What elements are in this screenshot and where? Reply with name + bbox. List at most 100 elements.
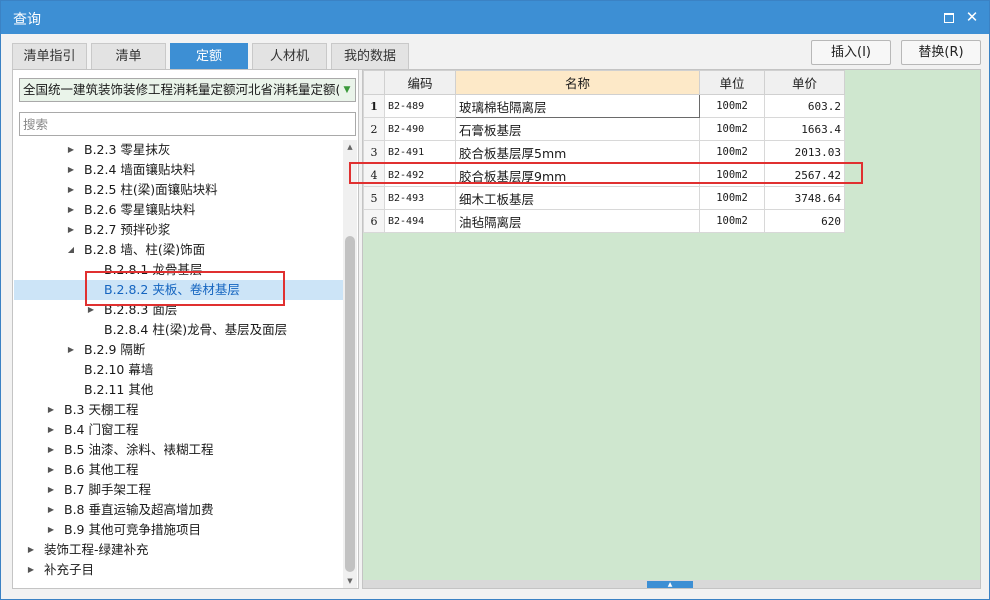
expand-arrow-icon[interactable]: ▶	[26, 540, 36, 560]
cell-price[interactable]: 603.2	[764, 94, 845, 118]
tree-item-label: B.2.3 零星抹灰	[84, 142, 171, 157]
tree-item[interactable]: ▶ B.2.4 墙面镶贴块料	[14, 160, 343, 180]
tree-item[interactable]: ▶ 装饰工程-绿建补充	[14, 540, 343, 560]
collapse-arrow-icon[interactable]: ◢	[66, 240, 76, 260]
tree-item-label: B.8 垂直运输及超高增加费	[64, 502, 214, 517]
chevron-down-icon[interactable]: ▼	[339, 79, 355, 101]
expand-arrow-icon[interactable]: ▶	[46, 440, 56, 460]
tab-list-guide[interactable]: 清单指引	[12, 43, 87, 70]
tree-item-label: B.9 其他可竞争措施项目	[64, 522, 201, 537]
expand-arrow-icon[interactable]: ▶	[46, 400, 56, 420]
tab-materials[interactable]: 人材机	[252, 43, 327, 70]
tree-scrollbar[interactable]: ▲ ▼	[343, 140, 357, 588]
row-number: 3	[363, 140, 385, 164]
expand-arrow-icon[interactable]: ▶	[46, 520, 56, 540]
table-row[interactable]: 6 B2-494 油毡隔离层 100m2 620	[363, 209, 845, 233]
tree-item[interactable]: ▶ B.9 其他可竞争措施项目	[14, 520, 343, 540]
column-header-code[interactable]: 编码	[384, 70, 456, 95]
cell-code[interactable]: B2-489	[384, 94, 456, 118]
cell-price[interactable]: 1663.4	[764, 117, 845, 141]
expand-arrow-icon[interactable]: ▶	[26, 560, 36, 580]
cell-name[interactable]: 胶合板基层厚5mm	[455, 140, 700, 164]
tree-item[interactable]: ▶ B.2.9 隔断	[14, 340, 343, 360]
cell-code[interactable]: B2-491	[384, 140, 456, 164]
tree-item[interactable]: ▶ B.5 油漆、涂料、裱糊工程	[14, 440, 343, 460]
search-input[interactable]	[19, 112, 356, 136]
tree-item[interactable]: B.2.10 幕墙	[14, 360, 343, 380]
cell-name[interactable]: 玻璃棉毡隔离层	[455, 94, 700, 118]
replace-button[interactable]: 替换(R)	[901, 40, 981, 65]
table-row[interactable]: 2 B2-490 石膏板基层 100m2 1663.4	[363, 117, 845, 141]
cell-code[interactable]: B2-494	[384, 209, 456, 233]
column-header-unit[interactable]: 单位	[699, 70, 765, 95]
table-row[interactable]: 5 B2-493 细木工板基层 100m2 3748.64	[363, 186, 845, 210]
tree-item[interactable]: ▶ B.2.6 零星镶贴块料	[14, 200, 343, 220]
expand-arrow-icon[interactable]: ▶	[46, 460, 56, 480]
tree-item[interactable]: ▶ B.8 垂直运输及超高增加费	[14, 500, 343, 520]
column-header-price[interactable]: 单价	[764, 70, 845, 95]
expand-arrow-icon[interactable]: ▶	[66, 200, 76, 220]
tab-list[interactable]: 清单	[91, 43, 166, 70]
panel-splitter-handle[interactable]: ▲	[647, 581, 693, 588]
cell-name[interactable]: 细木工板基层	[455, 186, 700, 210]
highlight-box-row	[349, 162, 863, 184]
tree-item-label: B.2.7 预拌砂浆	[84, 222, 171, 237]
insert-button[interactable]: 插入(I)	[811, 40, 891, 65]
column-header-name[interactable]: 名称	[455, 70, 700, 95]
tab-quota[interactable]: 定额	[170, 43, 248, 70]
cell-price[interactable]: 2013.03	[764, 140, 845, 164]
cell-name[interactable]: 油毡隔离层	[455, 209, 700, 233]
expand-arrow-icon[interactable]: ▶	[46, 480, 56, 500]
tab-my-data[interactable]: 我的数据	[331, 43, 409, 70]
cell-unit[interactable]: 100m2	[699, 209, 765, 233]
tree-item-label: B.3 天棚工程	[64, 402, 139, 417]
scroll-up-icon[interactable]: ▲	[343, 140, 357, 154]
expand-arrow-icon[interactable]: ▶	[66, 140, 76, 160]
tree-item[interactable]: ▶ B.7 脚手架工程	[14, 480, 343, 500]
tree-item[interactable]: ▶ 补充子目	[14, 560, 343, 580]
highlight-box-tree	[85, 271, 285, 306]
title-bar[interactable]: 查询 ✕	[1, 1, 989, 34]
tree-item-label: B.7 脚手架工程	[64, 482, 151, 497]
maximize-icon[interactable]	[939, 8, 957, 26]
expand-arrow-icon[interactable]: ▶	[66, 180, 76, 200]
tree-item-label: B.2.9 隔断	[84, 342, 146, 357]
cell-price[interactable]: 3748.64	[764, 186, 845, 210]
cell-unit[interactable]: 100m2	[699, 117, 765, 141]
row-number: 6	[363, 209, 385, 233]
tree-item[interactable]: ▶ B.2.5 柱(梁)面镶贴块料	[14, 180, 343, 200]
tree-item-label: B.2.11 其他	[84, 382, 154, 397]
tree-item[interactable]: ▶ B.4 门窗工程	[14, 420, 343, 440]
scrollbar-thumb[interactable]	[345, 236, 355, 572]
cell-unit[interactable]: 100m2	[699, 94, 765, 118]
cell-name[interactable]: 石膏板基层	[455, 117, 700, 141]
tree-item[interactable]: ◢ B.2.8 墙、柱(梁)饰面	[14, 240, 343, 260]
scroll-down-icon[interactable]: ▼	[343, 574, 357, 588]
cell-unit[interactable]: 100m2	[699, 140, 765, 164]
tree-item-label: B.2.10 幕墙	[84, 362, 154, 377]
quota-library-value: 全国统一建筑装饰装修工程消耗量定额河北省消耗量定额(20	[23, 82, 356, 97]
cell-code[interactable]: B2-490	[384, 117, 456, 141]
expand-arrow-icon[interactable]: ▶	[46, 500, 56, 520]
tree-item-label: B.2.8 墙、柱(梁)饰面	[84, 242, 206, 257]
cell-unit[interactable]: 100m2	[699, 186, 765, 210]
expand-arrow-icon[interactable]: ▶	[46, 420, 56, 440]
tree-item[interactable]: ▶ B.6 其他工程	[14, 460, 343, 480]
expand-arrow-icon[interactable]: ▶	[66, 220, 76, 240]
tree-item[interactable]: ▶ B.3 天棚工程	[14, 400, 343, 420]
tree-item-label: B.6 其他工程	[64, 462, 139, 477]
tree-item[interactable]: ▶ B.2.7 预拌砂浆	[14, 220, 343, 240]
window-title: 查询	[13, 12, 41, 28]
tree-item[interactable]: B.2.11 其他	[14, 380, 343, 400]
cell-price[interactable]: 620	[764, 209, 845, 233]
table-row[interactable]: 3 B2-491 胶合板基层厚5mm 100m2 2013.03	[363, 140, 845, 164]
expand-arrow-icon[interactable]: ▶	[66, 340, 76, 360]
table-row[interactable]: 1 B2-489 玻璃棉毡隔离层 100m2 603.2	[363, 94, 845, 118]
query-window: 查询 ✕ 清单指引 清单 定额 人材机 我的数据 插入(I) 替换(R) 全国统…	[0, 0, 990, 600]
tree-item[interactable]: B.2.8.4 柱(梁)龙骨、基层及面层	[14, 320, 343, 340]
quota-library-select[interactable]: 全国统一建筑装饰装修工程消耗量定额河北省消耗量定额(20 ▼	[19, 78, 356, 102]
expand-arrow-icon[interactable]: ▶	[66, 160, 76, 180]
cell-code[interactable]: B2-493	[384, 186, 456, 210]
close-icon[interactable]: ✕	[963, 8, 981, 26]
tree-item[interactable]: ▶ B.2.3 零星抹灰	[14, 140, 343, 160]
